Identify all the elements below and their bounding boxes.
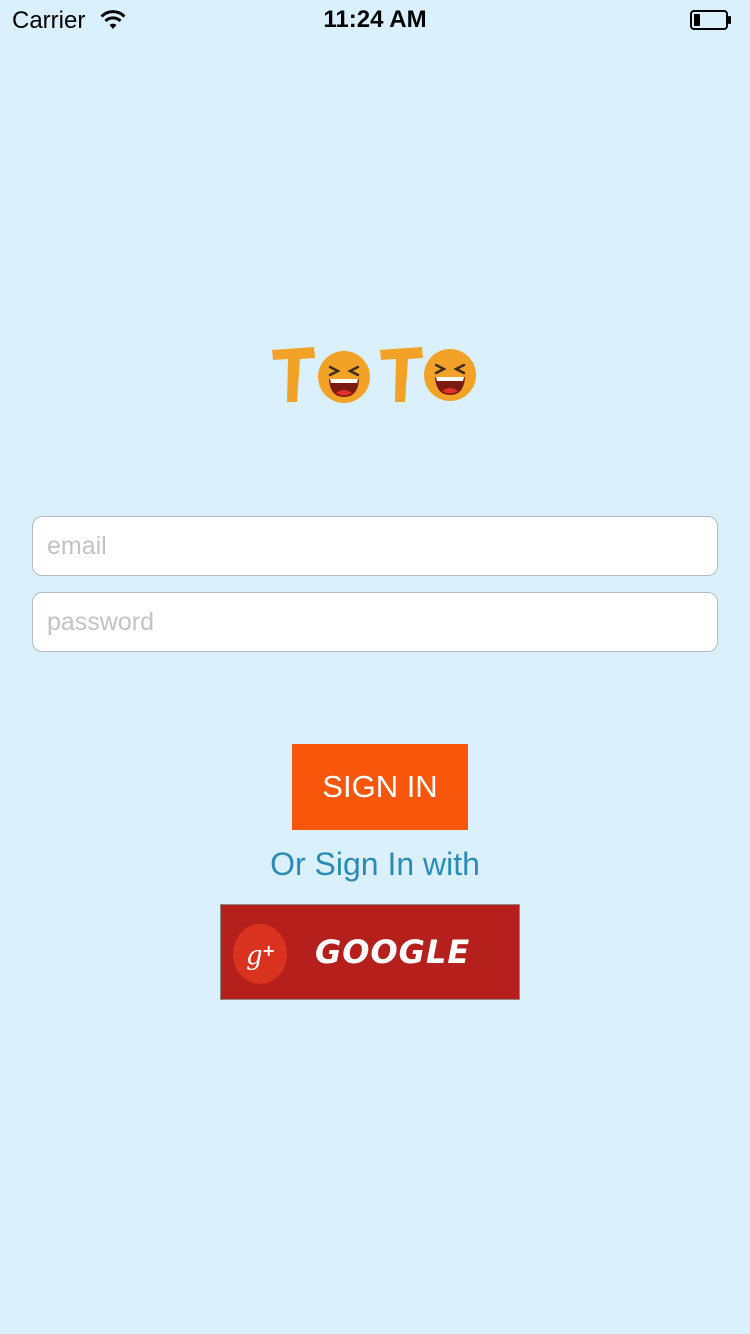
alt-sign-in-label: Or Sign In with <box>270 846 480 882</box>
google-sign-in-button[interactable]: g + GOOGLE <box>220 904 520 1000</box>
status-bar: Carrier 11:24 AM <box>0 0 750 40</box>
password-field[interactable] <box>32 592 718 652</box>
status-time: 11:24 AM <box>323 6 427 33</box>
battery-icon <box>690 10 731 30</box>
google-plus-icon: g + <box>233 924 287 984</box>
sign-in-button[interactable]: SIGN IN <box>292 744 468 830</box>
email-field[interactable] <box>32 516 718 576</box>
toto-logo <box>272 347 476 403</box>
login-screen: Carrier 11:24 AM email SIGN IN Or Sign I… <box>0 0 750 1334</box>
svg-text:+: + <box>262 941 275 960</box>
google-label: GOOGLE <box>315 933 471 971</box>
svg-text:g: g <box>246 941 263 971</box>
